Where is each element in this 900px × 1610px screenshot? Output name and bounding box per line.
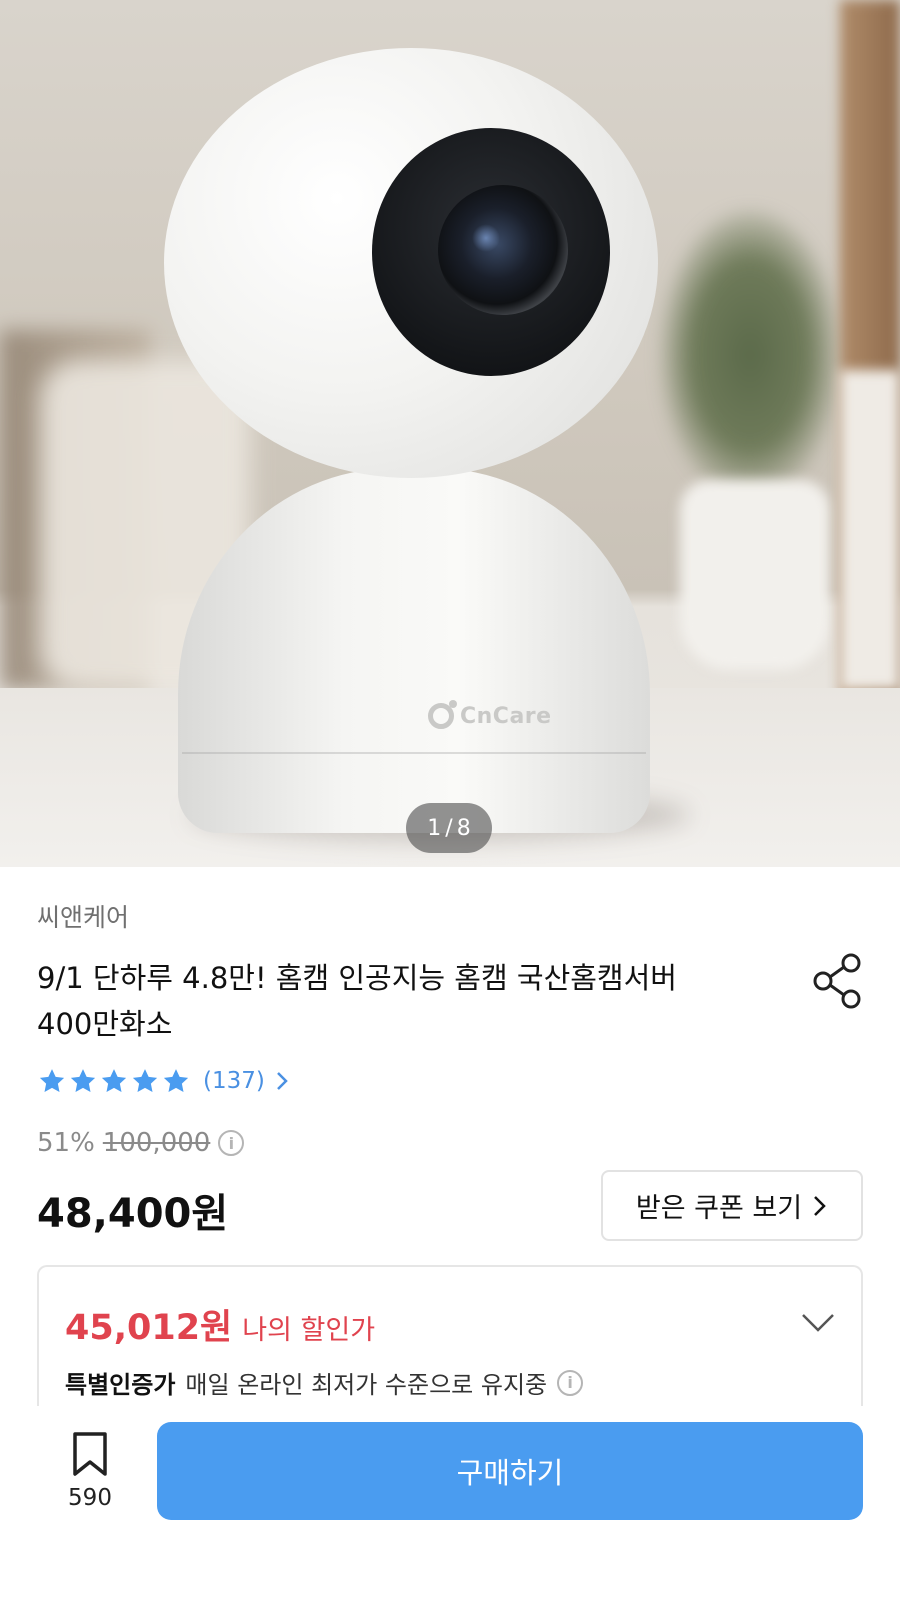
my-discount-label: 나의 할인가 (242, 1315, 376, 1346)
discount-rate: 51% (37, 1128, 95, 1158)
review-count[interactable]: (137) (203, 1068, 265, 1094)
page-separator: / (445, 815, 453, 841)
page-current: 1 (427, 815, 442, 841)
original-price: 100,000 (102, 1128, 211, 1158)
camera-lens-glint (472, 224, 500, 252)
discount-row: 51% 100,000 i (37, 1128, 245, 1158)
special-price-title: 특별인증가 (65, 1371, 176, 1399)
background-plant (660, 210, 840, 500)
camera-base-seam (182, 752, 646, 754)
star-icon (101, 1069, 127, 1092)
star-icon (163, 1069, 189, 1092)
star-rating (37, 1066, 191, 1096)
camera-brand-text: CnCare (460, 703, 552, 729)
cncare-logo-icon (428, 700, 457, 729)
image-page-indicator: 1 / 8 (406, 803, 492, 853)
star-icon (132, 1069, 158, 1092)
background-pillar (840, 370, 900, 690)
share-icon[interactable] (812, 953, 864, 1009)
my-discount-price: 45,012원 (65, 1308, 233, 1348)
special-price-description: 매일 온라인 최저가 수준으로 유지중 (185, 1371, 548, 1399)
chevron-right-icon (814, 1195, 826, 1216)
bottom-action-bar: 590 구매하기 (0, 1406, 900, 1610)
chevron-down-icon[interactable] (801, 1313, 835, 1333)
camera-brand-mark: CnCare (428, 700, 552, 729)
bookmark-count: 590 (68, 1485, 112, 1511)
brand-name[interactable]: 씨앤케어 (37, 898, 129, 934)
view-coupons-button[interactable]: 받은 쿠폰 보기 (601, 1170, 863, 1241)
bookmark-icon (73, 1432, 107, 1476)
camera-lens (438, 185, 568, 315)
my-price-line: 45,012원 나의 할인가 (65, 1299, 375, 1350)
special-price-line: 특별인증가 매일 온라인 최저가 수준으로 유지중 i (65, 1365, 584, 1400)
star-icon (39, 1069, 65, 1092)
buy-button[interactable]: 구매하기 (157, 1422, 863, 1520)
product-title: 9/1 단하루 4.8만! 홈캠 인공지능 홈캠 국산홈캠서버 400만화소 (37, 961, 677, 1041)
product-image-gallery[interactable]: CnCare 1 / 8 (0, 0, 900, 867)
info-icon[interactable]: i (218, 1130, 245, 1156)
view-coupons-label: 받은 쿠폰 보기 (635, 1193, 803, 1224)
info-icon[interactable]: i (557, 1369, 584, 1396)
page-total: 8 (456, 815, 471, 841)
sale-price: 48,400원 (37, 1191, 229, 1237)
chevron-right-icon (276, 1072, 288, 1090)
rating-summary[interactable]: (137) (37, 1066, 291, 1096)
background-pot (680, 480, 830, 670)
star-icon (70, 1069, 96, 1092)
bookmark-button[interactable]: 590 (55, 1431, 125, 1511)
